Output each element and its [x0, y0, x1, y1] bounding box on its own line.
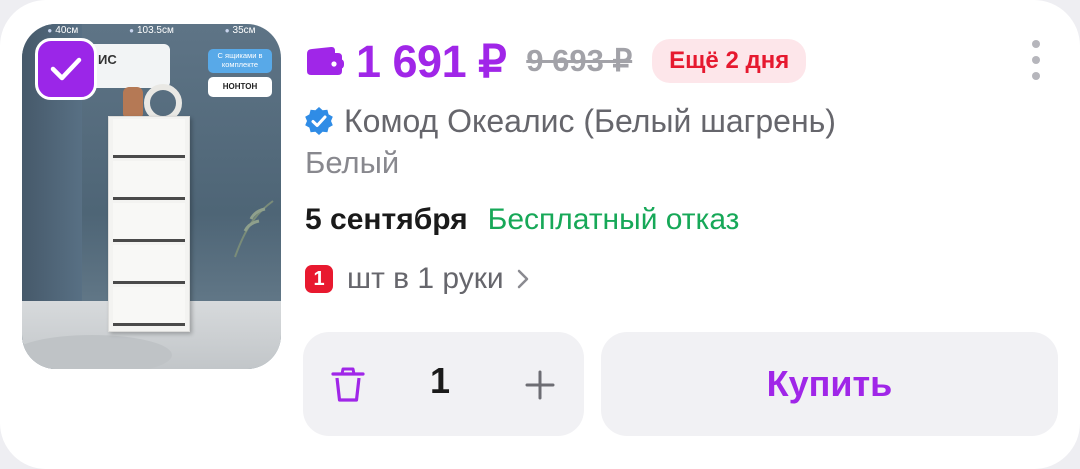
dim-height: 103.5см	[129, 25, 174, 36]
current-price: 1 691 ₽	[356, 35, 507, 87]
product-variant: Белый	[305, 145, 400, 180]
cart-item-card: 40см 103.5см 35см ИС С ящиками в комплек…	[0, 0, 1080, 469]
title-row[interactable]: Комод Океалис (Белый шагрень)	[304, 100, 836, 142]
product-title: Комод Океалис (Белый шагрень)	[344, 102, 836, 139]
verified-check-icon	[305, 107, 333, 135]
limit-text: шт в 1 руки	[347, 262, 504, 295]
more-options-button[interactable]	[1024, 40, 1048, 80]
image-plant	[234, 200, 274, 258]
delivery-row: 5 сентября Бесплатный отказ	[305, 199, 739, 241]
free-refusal-label: Бесплатный отказ	[487, 203, 740, 236]
image-dresser	[108, 116, 190, 332]
plus-icon	[525, 370, 555, 400]
image-tag-brand: НОНТОН	[208, 77, 272, 97]
delivery-date: 5 сентября	[305, 203, 468, 236]
more-vertical-icon	[1032, 40, 1040, 48]
old-price: 9 693 ₽	[526, 43, 633, 78]
limit-count-badge: 1	[305, 265, 333, 293]
purchase-limit-row[interactable]: 1 шт в 1 руки	[305, 259, 530, 299]
wallet-icon	[307, 46, 344, 75]
dim-depth: 35см	[225, 25, 256, 36]
quantity-value[interactable]: 1	[415, 360, 465, 402]
quantity-stepper: 1	[303, 332, 584, 436]
buy-button[interactable]: Купить	[601, 332, 1058, 436]
trash-icon	[331, 367, 365, 402]
increase-quantity-button[interactable]	[519, 364, 561, 406]
price-row: 1 691 ₽ 9 693 ₽ Ещё 2 дня	[304, 35, 807, 87]
image-label-text: ИС	[98, 52, 117, 67]
delete-button[interactable]	[327, 364, 369, 406]
dim-width: 40см	[47, 25, 78, 36]
select-checkbox[interactable]	[35, 38, 97, 100]
image-tag-drawers: С ящиками в комплекте	[208, 49, 272, 73]
check-icon	[50, 57, 82, 81]
chevron-right-icon	[517, 269, 528, 289]
countdown-badge: Ещё 2 дня	[652, 39, 807, 83]
image-dimensions: 40см 103.5см 35см	[22, 24, 281, 37]
image-vase	[123, 87, 143, 117]
